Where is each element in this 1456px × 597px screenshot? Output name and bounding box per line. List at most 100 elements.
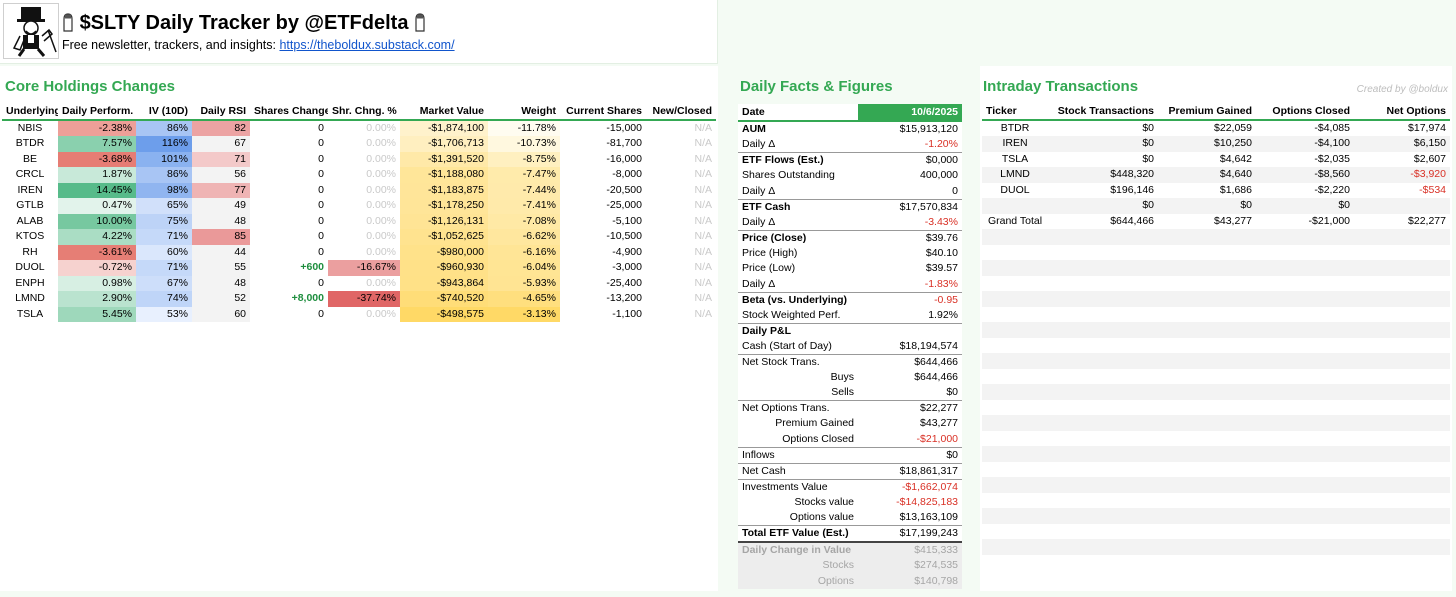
empty-row bbox=[982, 322, 1450, 338]
daily-fact-row: Stock Weighted Perf. 1.92% bbox=[738, 308, 962, 324]
daily-fact-row: Inflows $0 bbox=[738, 446, 962, 463]
ticker-cell: IREN bbox=[17, 183, 43, 196]
header: $SLTY Daily Tracker by @ETFdelta Free ne… bbox=[0, 0, 718, 64]
fact-value: $17,570,834 bbox=[858, 198, 962, 215]
empty-row bbox=[982, 400, 1450, 416]
intraday-panel: Intraday Transactions Created by @boldux… bbox=[980, 66, 1452, 591]
core-holdings-panel: Core Holdings Changes Underlying Daily Pe… bbox=[0, 66, 718, 591]
empty-row bbox=[982, 353, 1450, 369]
table-row: GTLB 0.47% 65% 49 0 0.00% -$1,178,250 -7.41% -25… bbox=[2, 198, 716, 214]
intraday-ticker-cell bbox=[982, 198, 1048, 214]
iv-cell: 75% bbox=[136, 213, 192, 229]
daily-fact-row: Beta (vs. Underlying) -0.95 bbox=[738, 291, 962, 308]
fact-value: $140,798 bbox=[858, 573, 962, 589]
options-closed-cell: -$2,220 bbox=[1314, 183, 1350, 196]
fact-label: Price (High) bbox=[742, 246, 798, 259]
empty-row bbox=[982, 338, 1450, 354]
shares-change-cell: 0 bbox=[318, 183, 324, 196]
empty-row bbox=[982, 245, 1450, 261]
daily-fact-row: Daily Δ -1.20% bbox=[738, 137, 962, 153]
market-value-cell: -$1,874,100 bbox=[400, 120, 488, 136]
daily-perf-cell: 14.45% bbox=[58, 182, 136, 198]
daily-fact-row: Options Closed -$21,000 bbox=[738, 432, 962, 448]
daily-facts-table: Date 10/6/2025 AUM $15,913,120 Daily Δ -1.2… bbox=[738, 104, 962, 589]
new-closed-cell: N/A bbox=[694, 230, 712, 243]
daily-facts-panel: Daily Facts & Figures Date 10/6/2025 AUM… bbox=[736, 66, 964, 591]
empty-row bbox=[982, 431, 1450, 447]
iv-cell: 53% bbox=[136, 306, 192, 322]
empty-row bbox=[982, 291, 1450, 307]
core-col-header: New/Closed bbox=[646, 104, 716, 121]
empty-row bbox=[982, 524, 1450, 540]
shares-change-pct-cell: 0.00% bbox=[366, 276, 396, 289]
iv-cell: 98% bbox=[136, 182, 192, 198]
table-row: CRCL 1.87% 86% 56 0 0.00% -$1,188,080 -7.47% -8,… bbox=[2, 167, 716, 183]
fact-value: 1.92% bbox=[928, 308, 958, 321]
empty-row bbox=[982, 493, 1450, 509]
core-col-header: Underlying bbox=[2, 104, 58, 121]
fact-value: -$1,662,074 bbox=[858, 478, 962, 495]
current-shares-cell: -10,500 bbox=[606, 230, 642, 243]
market-value-cell: -$1,126,131 bbox=[400, 213, 488, 229]
fact-label: Price (Low) bbox=[742, 262, 796, 275]
fact-label: Net Stock Trans. bbox=[738, 353, 858, 370]
table-row: TSLA 5.45% 53% 60 0 0.00% -$498,575 -3.13% -1,10… bbox=[2, 306, 716, 322]
shares-change-pct-cell: -16.67% bbox=[328, 260, 400, 276]
empty-row bbox=[982, 260, 1450, 276]
empty-row bbox=[982, 539, 1450, 555]
daily-fact-row: Premium Gained $43,277 bbox=[738, 416, 962, 432]
shares-change-pct-cell: 0.00% bbox=[366, 214, 396, 227]
shares-change-cell: 0 bbox=[318, 230, 324, 243]
iv-cell: 60% bbox=[136, 244, 192, 260]
weight-cell: -7.47% bbox=[488, 167, 560, 183]
intraday-ticker-cell: TSLA bbox=[1001, 152, 1029, 165]
fact-value: 0 bbox=[952, 184, 958, 197]
options-closed-cell: -$21,000 bbox=[1308, 214, 1350, 227]
fact-value: $644,466 bbox=[914, 370, 958, 383]
weight-cell: -8.75% bbox=[488, 151, 560, 167]
fact-value: $274,535 bbox=[858, 558, 962, 574]
newsletter-link[interactable]: https://theboldux.substack.com/ bbox=[279, 38, 454, 52]
fact-value: $0,000 bbox=[858, 152, 962, 168]
ticker-cell: LMND bbox=[15, 292, 45, 305]
intraday-ticker-cell: DUOL bbox=[1000, 183, 1030, 196]
core-col-header: Current Shares bbox=[560, 104, 646, 121]
table-row: KTOS 4.22% 71% 85 0 0.00% -$1,052,625 -6.62% -10… bbox=[2, 229, 716, 245]
monopoly-man-logo bbox=[3, 3, 59, 59]
net-options-cell bbox=[1354, 198, 1450, 214]
stock-trans-cell: $644,466 bbox=[1110, 214, 1154, 227]
fact-value: $15,913,120 bbox=[858, 120, 962, 137]
daily-perf-cell: 5.45% bbox=[58, 306, 136, 322]
fact-value: $0 bbox=[946, 386, 958, 398]
market-value-cell: -$1,706,713 bbox=[400, 136, 488, 152]
core-col-header: IV (10D) bbox=[136, 104, 192, 121]
shares-change-pct-cell: -37.74% bbox=[328, 291, 400, 307]
fact-label: Daily Δ bbox=[742, 215, 776, 228]
market-value-cell: -$1,052,625 bbox=[400, 229, 488, 245]
ticker-cell: ENPH bbox=[15, 276, 45, 289]
weight-cell: -10.73% bbox=[488, 136, 560, 152]
options-closed-cell: -$2,035 bbox=[1314, 152, 1350, 165]
daily-fact-row: Investments Value -$1,662,074 bbox=[738, 478, 962, 495]
daily-fact-row: Options value $13,163,109 bbox=[738, 510, 962, 526]
fact-value bbox=[858, 322, 962, 339]
empty-row bbox=[982, 229, 1450, 245]
fact-label: Daily Change in Value bbox=[738, 541, 858, 558]
premium-gained-cell: $4,640 bbox=[1219, 168, 1252, 181]
fact-label: Stocks bbox=[738, 558, 858, 574]
fact-label: Shares Outstanding bbox=[742, 169, 835, 182]
intraday-col-header: Options Closed bbox=[1256, 104, 1354, 121]
core-header-row: Underlying Daily Perform. IV (10D) Daily RS… bbox=[2, 104, 716, 121]
daily-perf-cell: -3.61% bbox=[58, 244, 136, 260]
market-value-cell: -$943,864 bbox=[400, 275, 488, 291]
core-col-header: Shares Change bbox=[250, 104, 328, 121]
shares-change-cell: 0 bbox=[318, 199, 324, 212]
market-value-cell: -$1,391,520 bbox=[400, 151, 488, 167]
market-value-cell: -$960,930 bbox=[400, 260, 488, 276]
market-value-cell: -$1,188,080 bbox=[400, 167, 488, 183]
stock-trans-cell: $0 bbox=[1142, 199, 1154, 212]
net-options-cell: $22,277 bbox=[1408, 214, 1446, 227]
fact-value: $43,277 bbox=[920, 417, 958, 430]
stock-trans-cell: $0 bbox=[1142, 152, 1154, 165]
daily-fact-row: ETF Flows (Est.) $0,000 bbox=[738, 152, 962, 168]
